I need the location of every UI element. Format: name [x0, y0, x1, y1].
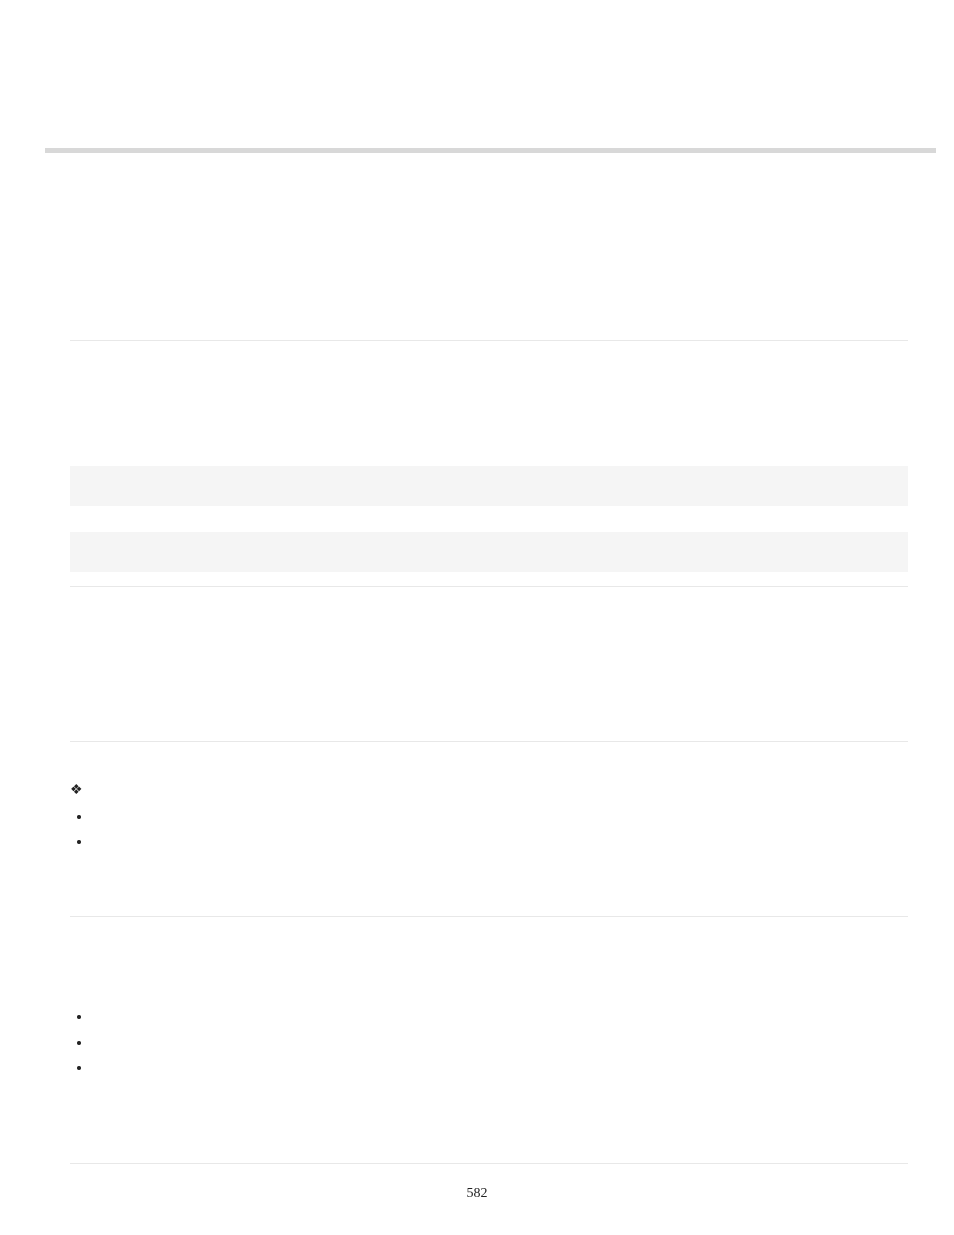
code-block [70, 466, 908, 506]
bullet-icon [77, 815, 81, 819]
divider [70, 340, 908, 341]
bullet-icon [77, 840, 81, 844]
diamond-icon: ❖ [70, 782, 83, 799]
divider [70, 1163, 908, 1164]
bullet-icon [77, 1015, 81, 1019]
divider [70, 741, 908, 742]
page-number: 582 [0, 1186, 954, 1202]
section-rule [45, 148, 936, 153]
code-block [70, 532, 908, 572]
bullet-icon [77, 1066, 81, 1070]
divider [70, 586, 908, 587]
divider [70, 916, 908, 917]
bullet-icon [77, 1041, 81, 1045]
